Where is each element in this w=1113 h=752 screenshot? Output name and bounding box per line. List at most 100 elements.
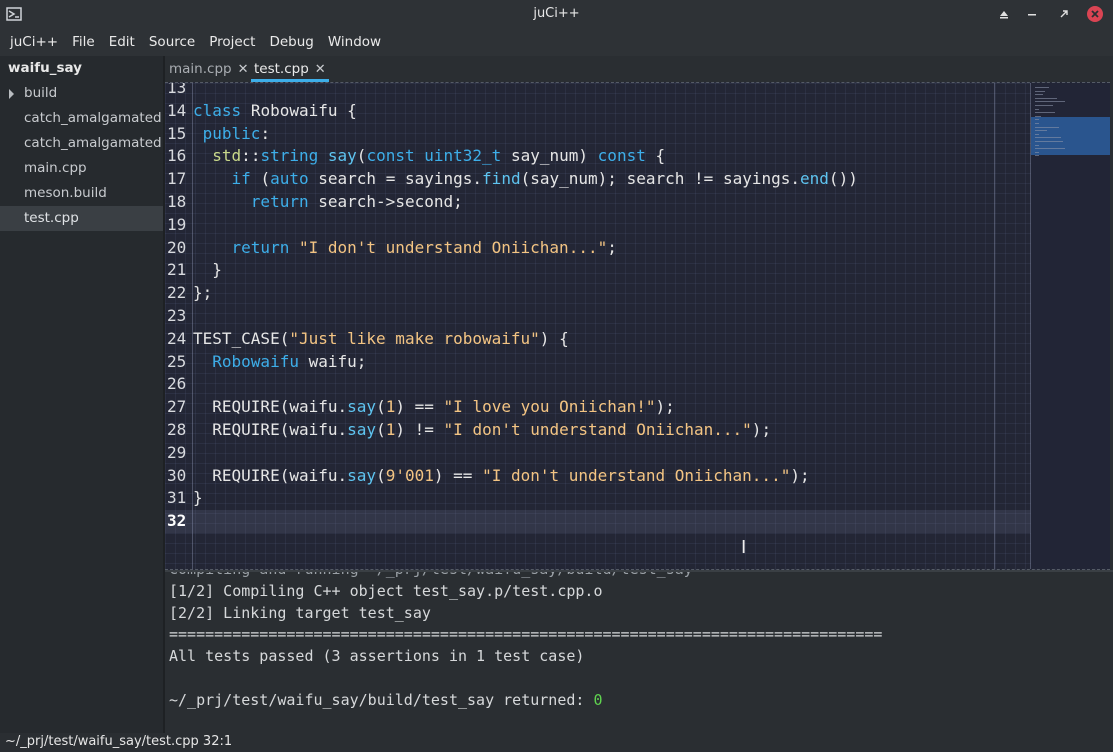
line-text: REQUIRE(waifu.say(9'001) == "I don't und…	[212, 465, 810, 485]
code-editor[interactable]: 1314 class Robowaifu {15 public: 16 std::s…	[165, 82, 1110, 570]
minimap-line	[1035, 101, 1065, 103]
code-line[interactable]: 25 Robowaifu waifu;	[165, 351, 1030, 374]
line-text: return search->second;	[250, 191, 463, 211]
line-text: REQUIRE(waifu.say(1) == "I love you Onii…	[212, 397, 675, 417]
tree-item-build[interactable]: build	[0, 81, 163, 106]
expander-icon[interactable]	[9, 89, 14, 99]
minimap-line	[1035, 97, 1057, 99]
tree-item-main-cpp[interactable]: main.cpp	[0, 156, 163, 181]
menu-edit[interactable]: Edit	[102, 29, 142, 56]
code-line[interactable]: 30 REQUIRE(waifu.say(9'001) == "I don't …	[165, 465, 1030, 488]
code-line[interactable]: 13	[165, 82, 1030, 100]
close-tab-icon[interactable]: ✕	[238, 62, 249, 77]
menu-project[interactable]: Project	[202, 29, 262, 56]
code-lines[interactable]: 1314 class Robowaifu {15 public: 16 std::s…	[165, 82, 1030, 533]
line-number: 27	[167, 397, 187, 417]
code-line[interactable]: 15 public:	[165, 123, 1030, 146]
minimap-line	[1035, 94, 1043, 96]
code-line[interactable]: 19	[165, 214, 1030, 237]
minimap-line	[1035, 133, 1039, 135]
tree-item-label: catch_amalgamated.hpp	[24, 135, 163, 151]
tree-item-catch-amalgamated-cpp[interactable]: catch_amalgamated.cpp	[0, 106, 163, 131]
menu-debug[interactable]: Debug	[262, 29, 320, 56]
line-number: 16	[167, 146, 187, 166]
maximize-icon	[1060, 10, 1068, 18]
minimap-line	[1035, 155, 1039, 157]
line-text: }	[212, 260, 222, 280]
minimap[interactable]	[1031, 83, 1110, 569]
menu-window[interactable]: Window	[321, 29, 388, 56]
tab-test-cpp[interactable]: test.cpp ✕	[251, 56, 329, 82]
terminal-output[interactable]: Compiling and running ~/_prj/test/waifu_…	[165, 570, 1113, 733]
line-text: class Robowaifu {	[193, 100, 357, 120]
line-text: };	[193, 283, 213, 303]
code-line[interactable]: 27 REQUIRE(waifu.say(1) == "I love you O…	[165, 396, 1030, 419]
return-code: 0	[593, 690, 603, 709]
close-button[interactable]	[1086, 5, 1104, 23]
line-text: }	[193, 488, 203, 508]
minimap-line	[1035, 123, 1039, 124]
menu-source[interactable]: Source	[142, 29, 202, 56]
tree-item-label: catch_amalgamated.cpp	[24, 110, 163, 126]
minimap-line	[1035, 144, 1039, 146]
window-title: juCi++	[533, 6, 580, 21]
project-name[interactable]: waifu_say	[0, 56, 163, 81]
code-line[interactable]: 14 class Robowaifu {	[165, 100, 1030, 123]
line-number: 30	[167, 465, 187, 485]
maximize-button[interactable]	[1055, 5, 1073, 23]
code-line[interactable]: 22};	[165, 282, 1030, 305]
code-line[interactable]: 17 if (auto search = sayings.find(say_nu…	[165, 168, 1030, 191]
line-text: std::string say(const uint32_t say_num) …	[212, 146, 666, 166]
minimap-line	[1035, 119, 1039, 121]
text-cursor-icon: Ι	[741, 537, 747, 558]
terminal-line: ========================================…	[169, 625, 883, 644]
terminal-line: [1/2] Compiling C++ object test_say.p/te…	[169, 581, 603, 600]
minimap-line	[1035, 137, 1061, 139]
tree-item-label: main.cpp	[24, 160, 87, 176]
menu-jucipp[interactable]: juCi++	[3, 29, 65, 56]
code-line[interactable]: 29	[165, 442, 1030, 465]
line-text: Robowaifu waifu;	[212, 351, 367, 371]
minimap-line	[1035, 115, 1041, 117]
minimap-line	[1035, 90, 1045, 92]
line-number: 21	[167, 260, 187, 280]
tree-item-catch-amalgamated-hpp[interactable]: catch_amalgamated.hpp	[0, 131, 163, 156]
code-line[interactable]: 23	[165, 305, 1030, 328]
tree-item-meson-build[interactable]: meson.build	[0, 181, 163, 206]
minimap-viewport[interactable]	[1031, 117, 1110, 155]
line-number: 17	[167, 169, 187, 189]
status-bar: ~/_prj/test/waifu_say/test.cpp 32:1	[0, 733, 1113, 752]
line-number: 13	[167, 82, 187, 97]
line-text: TEST_CASE("Just like make robowaifu") {	[193, 328, 569, 348]
tab-label: test.cpp	[254, 61, 309, 77]
tree-item-test-cpp[interactable]: test.cpp	[0, 206, 163, 231]
line-number: 22	[167, 283, 187, 303]
code-line[interactable]: 16 std::string say(const uint32_t say_nu…	[165, 145, 1030, 168]
code-line[interactable]: 21 }	[165, 259, 1030, 282]
minimize-button[interactable]	[1023, 5, 1041, 23]
tab-main-cpp[interactable]: main.cpp ✕	[169, 56, 249, 82]
minimap-line	[1035, 151, 1039, 153]
close-tab-icon[interactable]: ✕	[315, 62, 326, 77]
line-number: 19	[167, 214, 187, 234]
code-line[interactable]: 32	[165, 510, 1030, 533]
keep-above-button[interactable]	[995, 5, 1013, 23]
line-number: 24	[167, 328, 187, 348]
line-text: REQUIRE(waifu.say(1) != "I don't underst…	[212, 419, 772, 439]
code-line[interactable]: 20 return "I don't understand Oniichan..…	[165, 237, 1030, 260]
menu-file[interactable]: File	[65, 29, 102, 56]
menu-bar: juCi++ File Edit Source Project Debug Wi…	[0, 29, 1113, 56]
code-line[interactable]: 18 return search->second;	[165, 191, 1030, 214]
keep-above-icon	[1000, 11, 1008, 19]
code-line[interactable]: 26	[165, 373, 1030, 396]
minimap-line	[1035, 105, 1053, 106]
code-line[interactable]: 28 REQUIRE(waifu.say(1) != "I don't unde…	[165, 419, 1030, 442]
line-number: 20	[167, 237, 187, 257]
code-line[interactable]: 24 TEST_CASE("Just like make robowaifu") …	[165, 328, 1030, 351]
line-number: 18	[167, 191, 187, 211]
line-text: if (auto search = sayings.find(say_num);…	[231, 169, 858, 189]
code-line[interactable]: 31}	[165, 487, 1030, 510]
line-number: 26	[167, 374, 187, 394]
minimap-line	[1035, 87, 1049, 88]
terminal-line: [2/2] Linking target test_say	[169, 603, 431, 622]
